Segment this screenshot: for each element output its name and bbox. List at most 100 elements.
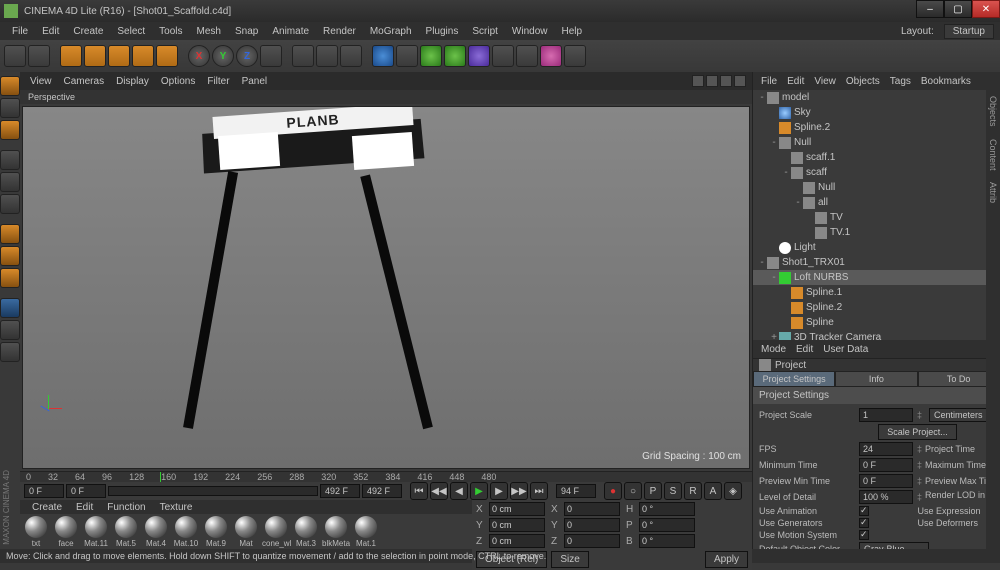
use-motion-checkbox[interactable] [859, 530, 869, 540]
object-row[interactable]: -Loft NURBS [753, 270, 1000, 285]
menu-mesh[interactable]: Mesh [191, 24, 227, 39]
object-row[interactable]: TV [753, 210, 1000, 225]
menu-tools[interactable]: Tools [153, 24, 188, 39]
om-edit[interactable]: Edit [783, 76, 808, 87]
tab-attrib[interactable]: Attrib [988, 178, 998, 207]
menu-render[interactable]: Render [317, 24, 362, 39]
timeline-marker[interactable] [160, 472, 161, 482]
minimize-button[interactable]: – [916, 0, 944, 18]
autokey-button[interactable]: ○ [624, 482, 642, 500]
point-mode[interactable] [0, 150, 20, 170]
last-tool[interactable] [156, 45, 178, 67]
vp-nav-4[interactable] [734, 75, 746, 87]
redo-button[interactable] [28, 45, 50, 67]
size-z[interactable] [564, 534, 620, 548]
material-swatch[interactable]: Mat.11 [82, 516, 110, 548]
primitive-button[interactable] [372, 45, 394, 67]
play-button[interactable]: ▶ [470, 482, 488, 500]
current-frame[interactable]: 94 F [556, 484, 596, 498]
material-swatch[interactable]: Mat.5 [112, 516, 140, 548]
camera-button[interactable] [492, 45, 514, 67]
key-scale[interactable]: S [664, 482, 682, 500]
am-edit[interactable]: Edit [792, 344, 817, 355]
menu-edit[interactable]: Edit [36, 24, 65, 39]
timeline-ruler[interactable]: 0 32 64 96 128 160 192 224 256 288 320 3… [20, 472, 752, 482]
menu-select[interactable]: Select [111, 24, 151, 39]
object-row[interactable]: -model [753, 90, 1000, 105]
am-userdata[interactable]: User Data [819, 344, 872, 355]
rotate-tool[interactable] [132, 45, 154, 67]
vp-display[interactable]: Display [112, 76, 153, 87]
project-scale-value[interactable]: 1 [859, 408, 913, 422]
preview-end[interactable]: 492 F [320, 484, 360, 498]
vp-panel[interactable]: Panel [238, 76, 272, 87]
generator-button[interactable] [420, 45, 442, 67]
edge-mode[interactable] [0, 172, 20, 192]
undo-button[interactable] [4, 45, 26, 67]
menu-script[interactable]: Script [466, 24, 504, 39]
close-button[interactable]: ✕ [972, 0, 1000, 18]
tab-project-settings[interactable]: Project Settings [753, 371, 835, 387]
y-axis-toggle[interactable]: Y [212, 45, 234, 67]
key-pla[interactable]: ◈ [724, 482, 742, 500]
lock-workplane[interactable] [0, 320, 20, 340]
menu-animate[interactable]: Animate [266, 24, 315, 39]
vp-nav-3[interactable] [720, 75, 732, 87]
planar-workplane[interactable] [0, 342, 20, 362]
layout-dropdown[interactable]: Startup [944, 24, 994, 39]
material-swatch[interactable]: Mat.10 [172, 516, 200, 548]
material-swatch[interactable]: Mat.9 [202, 516, 230, 548]
object-row[interactable]: -Shot1_TRX01 [753, 255, 1000, 270]
maximize-button[interactable]: ▢ [944, 0, 972, 18]
lod-value[interactable]: 100 % [859, 490, 913, 504]
menu-plugins[interactable]: Plugins [420, 24, 465, 39]
prev-frame[interactable]: ◀ [450, 482, 468, 500]
object-row[interactable]: Spline.1 [753, 285, 1000, 300]
key-pos[interactable]: P [644, 482, 662, 500]
record-button[interactable]: ● [604, 482, 622, 500]
goto-end[interactable]: ⏭ [530, 482, 548, 500]
scale-tool[interactable] [108, 45, 130, 67]
goto-start[interactable]: ⏮ [410, 482, 428, 500]
om-tags[interactable]: Tags [886, 76, 915, 87]
object-row[interactable]: Null [753, 180, 1000, 195]
move-tool[interactable] [84, 45, 106, 67]
coord-x[interactable] [489, 502, 545, 516]
tab-objects[interactable]: Objects [988, 92, 998, 131]
axis-mode[interactable] [0, 224, 20, 244]
vp-view[interactable]: View [26, 76, 56, 87]
deformer-button[interactable] [444, 45, 466, 67]
vp-nav-1[interactable] [692, 75, 704, 87]
tag-button[interactable] [564, 45, 586, 67]
rot-h[interactable] [639, 502, 695, 516]
material-swatch[interactable]: blkMeta [322, 516, 350, 548]
workplane-mode[interactable] [0, 120, 20, 140]
workplane-tool[interactable] [0, 298, 20, 318]
render-view-button[interactable] [292, 45, 314, 67]
coord-z[interactable] [489, 534, 545, 548]
object-row[interactable]: Spline.2 [753, 300, 1000, 315]
menu-help[interactable]: Help [555, 24, 588, 39]
vp-options[interactable]: Options [157, 76, 199, 87]
size-y[interactable] [564, 518, 620, 532]
render-picture-button[interactable] [316, 45, 338, 67]
range-slider[interactable] [108, 486, 318, 496]
fps-value[interactable]: 24 [859, 442, 913, 456]
z-axis-toggle[interactable]: Z [236, 45, 258, 67]
tab-info[interactable]: Info [835, 371, 917, 387]
coord-system-button[interactable] [260, 45, 282, 67]
object-row[interactable]: +3D Tracker Camera [753, 330, 1000, 340]
om-bookmarks[interactable]: Bookmarks [917, 76, 975, 87]
texture-mode[interactable] [0, 98, 20, 118]
object-row[interactable]: Spline [753, 315, 1000, 330]
render-settings-button[interactable] [340, 45, 362, 67]
menu-window[interactable]: Window [506, 24, 554, 39]
object-manager[interactable]: -modelSkySpline.2-Nullscaff.1-scaffNull-… [753, 90, 1000, 340]
min-time-value[interactable]: 0 F [859, 458, 913, 472]
object-row[interactable]: Spline.2 [753, 120, 1000, 135]
material-swatch[interactable]: Mat.1 [352, 516, 380, 548]
om-view[interactable]: View [810, 76, 840, 87]
select-tool[interactable] [60, 45, 82, 67]
range-start[interactable]: 0 F [24, 484, 64, 498]
viewport[interactable]: PLANB Grid Spacing : 100 cm [22, 106, 750, 469]
